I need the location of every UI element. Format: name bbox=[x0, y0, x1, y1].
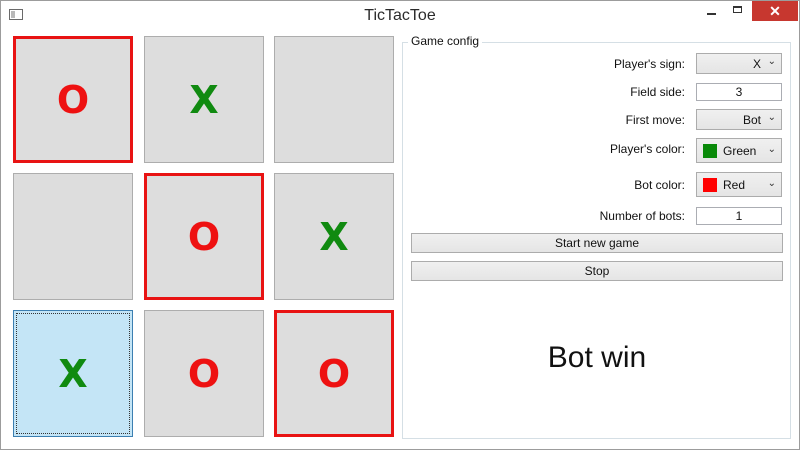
players-sign-select[interactable]: X ⌄ bbox=[696, 53, 782, 74]
title-bar: TicTacToe ✕ bbox=[1, 1, 799, 30]
minimize-icon[interactable] bbox=[698, 1, 725, 21]
chevron-down-icon: ⌄ bbox=[767, 178, 776, 189]
players-sign-label: Player's sign: bbox=[614, 57, 685, 71]
board-cell[interactable]: O bbox=[144, 173, 264, 300]
cell-sign: O bbox=[56, 77, 90, 122]
board-cell[interactable]: O bbox=[144, 310, 264, 437]
first-move-select[interactable]: Bot ⌄ bbox=[696, 109, 782, 130]
cell-sign: X bbox=[58, 351, 88, 396]
players-color-label: Player's color: bbox=[610, 142, 685, 156]
bot-color-value: Red bbox=[723, 178, 746, 192]
maximize-icon[interactable] bbox=[725, 1, 752, 21]
board-cell[interactable]: O bbox=[13, 36, 133, 163]
start-new-game-button[interactable]: Start new game bbox=[411, 233, 783, 253]
chevron-down-icon: ⌄ bbox=[767, 56, 776, 67]
board-cell[interactable]: O bbox=[274, 310, 394, 437]
chevron-down-icon: ⌄ bbox=[767, 112, 776, 123]
field-side-input[interactable]: 3 bbox=[696, 83, 782, 101]
group-label: Game config bbox=[408, 34, 483, 48]
chevron-down-icon: ⌄ bbox=[767, 144, 776, 155]
board-cell[interactable] bbox=[13, 173, 133, 300]
board-cell[interactable]: X bbox=[274, 173, 394, 300]
board-cell[interactable]: X bbox=[144, 36, 264, 163]
field-side-label: Field side: bbox=[630, 85, 685, 99]
first-move-value: Bot bbox=[742, 113, 761, 127]
cell-sign: X bbox=[319, 214, 349, 259]
window-title: TicTacToe bbox=[364, 7, 436, 24]
players-color-select[interactable]: Green ⌄ bbox=[696, 138, 782, 163]
cell-sign: O bbox=[187, 214, 221, 259]
board-cell[interactable]: X bbox=[13, 310, 133, 437]
stop-button[interactable]: Stop bbox=[411, 261, 783, 281]
color-swatch bbox=[703, 144, 717, 158]
first-move-label: First move: bbox=[625, 113, 685, 127]
app-window: TicTacToe ✕ O X O X X O O Game config Pl… bbox=[0, 0, 800, 450]
cell-sign: X bbox=[189, 77, 219, 122]
cell-sign: O bbox=[187, 351, 221, 396]
cell-sign: O bbox=[317, 351, 351, 396]
number-of-bots-input[interactable]: 1 bbox=[696, 207, 782, 225]
close-icon[interactable]: ✕ bbox=[752, 1, 798, 21]
bot-color-select[interactable]: Red ⌄ bbox=[696, 172, 782, 197]
result-text: Bot win bbox=[547, 341, 647, 374]
players-color-value: Green bbox=[723, 144, 757, 158]
bot-color-label: Bot color: bbox=[634, 178, 685, 192]
players-sign-value: X bbox=[752, 57, 761, 71]
number-of-bots-label: Number of bots: bbox=[599, 209, 685, 223]
board-cell[interactable] bbox=[274, 36, 394, 163]
color-swatch bbox=[703, 178, 717, 192]
